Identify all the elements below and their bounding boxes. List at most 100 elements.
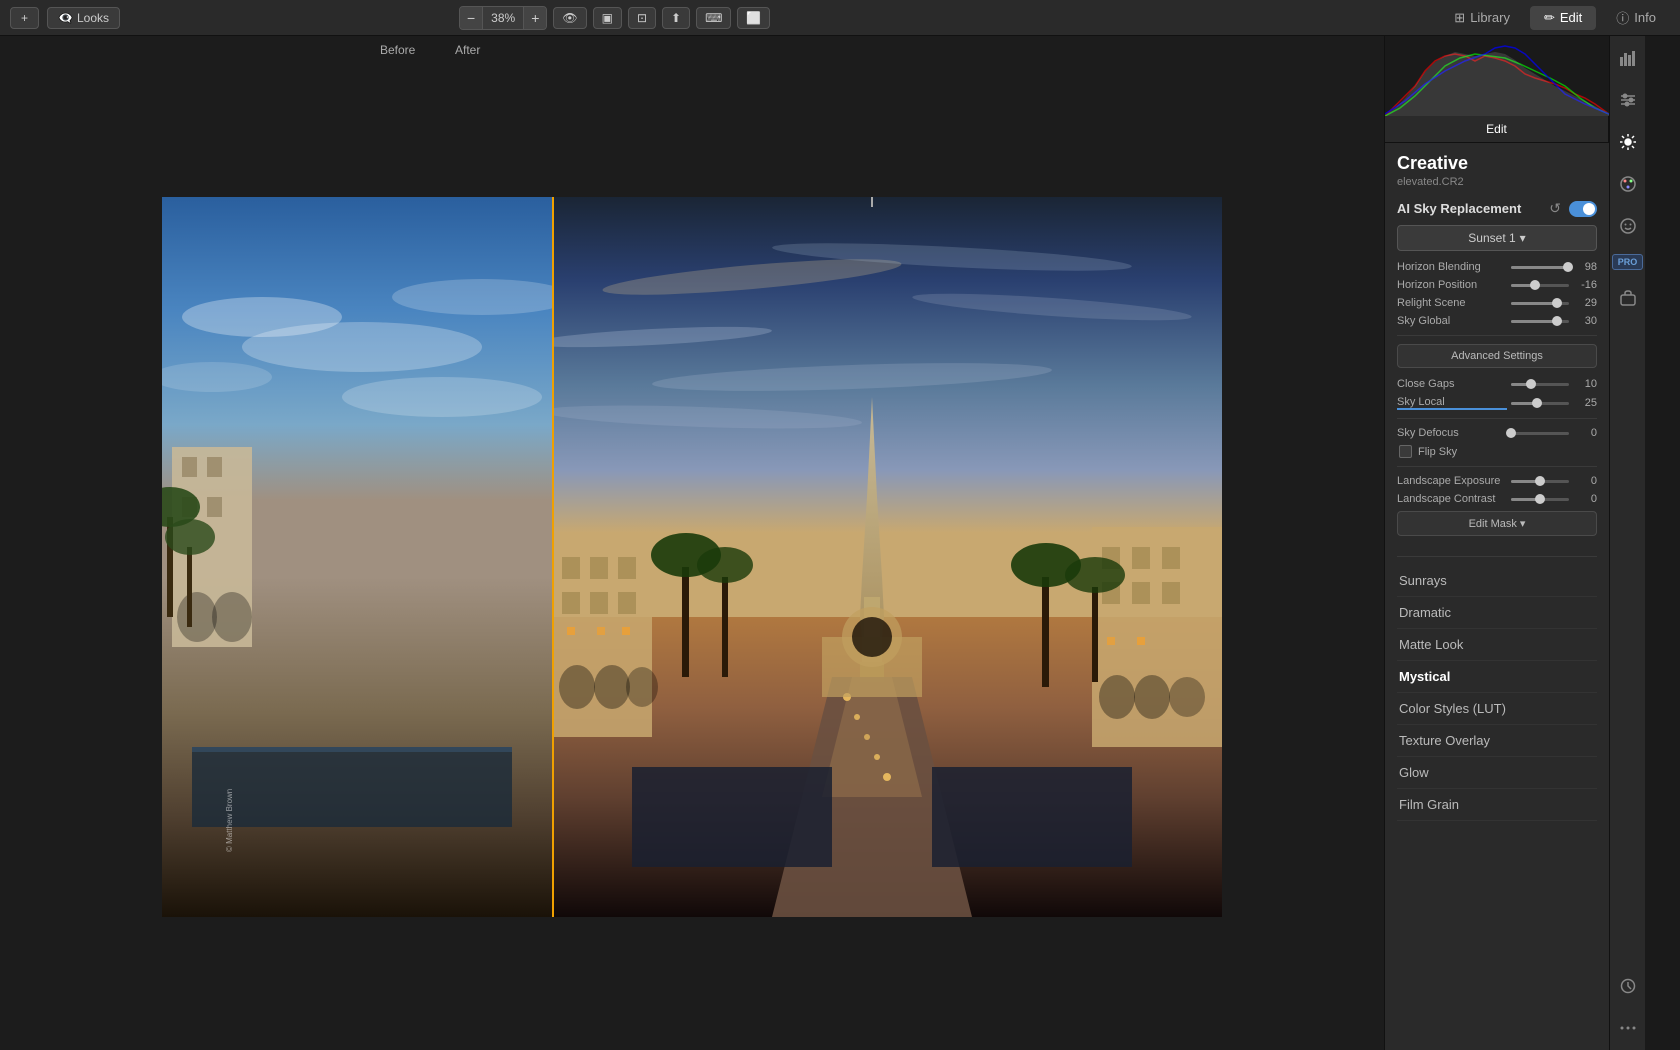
slider-horizon-position: Horizon Position -16 [1397,279,1597,291]
face-icon-btn[interactable] [1614,212,1642,240]
fullscreen-button[interactable]: ⬜ [737,7,770,29]
dropdown-arrow-icon: ▾ [1520,231,1526,245]
before-after-labels: Before After [0,36,1384,64]
slider-track-3[interactable] [1511,320,1569,323]
more-icon [1619,1019,1637,1037]
add-button[interactable]: + [10,7,39,29]
slider-sky-global: Sky Global 30 [1397,315,1597,327]
menu-item-film-grain[interactable]: Film Grain [1397,789,1597,821]
slider-value-1: -16 [1573,279,1597,291]
toolbar-center: − 38% + 👁 ▣ ⊡ ⬆ ⌨ ⬜ [459,6,770,30]
divider-4 [1397,556,1597,557]
slider-track-landscape-contrast[interactable] [1511,498,1569,501]
tab-edit[interactable]: Edit [1385,116,1609,142]
after-label: After [455,43,480,57]
advanced-settings-button[interactable]: Advanced Settings [1397,344,1597,368]
looks-button[interactable]: 👁‍🗨 Looks [47,7,120,29]
sliders-icon-btn[interactable] [1614,86,1642,114]
keyboard-button[interactable]: ⌨ [696,7,731,29]
eye-icon: 👁 [562,11,577,25]
library-tab[interactable]: ⊞ Library [1440,6,1524,30]
sky-replacement-header: AI Sky Replacement ↺ [1397,200,1597,217]
toolbar-right: ⊞ Library ✏ Edit ⓘ Info [1440,4,1670,31]
slider-value-landscape-exposure: 0 [1573,475,1597,487]
slider-close-gaps: Close Gaps 10 [1397,378,1597,390]
zoom-plus-button[interactable]: + [523,7,546,29]
edit-tab[interactable]: ✏ Edit [1530,6,1596,30]
history-icon-btn[interactable] [1614,972,1642,1000]
palette-icon [1619,175,1637,193]
library-icon: ⊞ [1454,10,1465,26]
bag-icon-btn[interactable] [1614,284,1642,312]
right-section: Edit Creative elevated.CR2 AI Sky Replac… [1384,36,1680,1050]
histogram-icon [1619,49,1637,67]
menu-item-dramatic[interactable]: Dramatic [1397,597,1597,629]
image-wrapper: © Matthew Brown [162,197,1222,917]
sliders-icon [1619,91,1637,109]
looks-icon: 👁‍🗨 [58,11,73,25]
menu-item-color-styles[interactable]: Color Styles (LUT) [1397,693,1597,725]
slider-label-sky-local: Sky Local [1397,396,1507,410]
split-line[interactable] [552,197,554,917]
flip-sky-checkbox[interactable] [1399,445,1412,458]
slider-value-close-gaps: 10 [1573,378,1597,390]
slider-value-sky-local: 25 [1573,397,1597,409]
panel-content: Creative elevated.CR2 AI Sky Replacement… [1385,143,1609,1050]
slider-sky-local: Sky Local 25 [1397,396,1597,410]
info-tab[interactable]: ⓘ Info [1602,4,1670,31]
slider-track-landscape-exposure[interactable] [1511,480,1569,483]
palette-icon-btn[interactable] [1614,170,1642,198]
menu-item-matte-look[interactable]: Matte Look [1397,629,1597,661]
slider-track-0[interactable] [1511,266,1569,269]
sky-replacement-title: AI Sky Replacement [1397,201,1521,216]
slider-track-sky-defocus[interactable] [1511,432,1569,435]
pro-badge[interactable]: PRO [1612,254,1644,270]
edit-mask-button[interactable]: Edit Mask ▾ [1397,511,1597,536]
more-icon-btn[interactable] [1614,1014,1642,1042]
histogram-icon-btn[interactable] [1614,44,1642,72]
right-panel-main: Edit Creative elevated.CR2 AI Sky Replac… [1385,36,1609,1050]
before-label: Before [380,43,415,57]
toggle-knob [1583,203,1595,215]
slider-track-1[interactable] [1511,284,1569,287]
compare-button[interactable]: ▣ [593,7,622,29]
reset-button[interactable]: ↺ [1547,200,1563,217]
after-scene-svg [552,197,1222,917]
slider-track-2[interactable] [1511,302,1569,305]
slider-value-landscape-contrast: 0 [1573,493,1597,505]
panel-subtitle: elevated.CR2 [1397,176,1597,188]
image-container: © Matthew Brown [0,64,1384,1050]
slider-track-sky-local[interactable] [1511,402,1569,405]
slider-value-0: 98 [1573,261,1597,273]
slider-horizon-blending: Horizon Blending 98 [1397,261,1597,273]
slider-landscape-contrast: Landscape Contrast 0 [1397,493,1597,505]
export-button[interactable]: ⬆ [662,7,690,29]
panel-tabs: Edit [1385,116,1609,143]
crop-button[interactable]: ⊡ [628,7,656,29]
sun-icon-btn[interactable] [1614,128,1642,156]
advanced-sliders: Close Gaps 10 Sky Local [1397,378,1597,410]
slider-label-1: Horizon Position [1397,279,1507,291]
sky-dropdown[interactable]: Sunset 1 ▾ [1397,225,1597,251]
menu-item-mystical[interactable]: Mystical [1397,661,1597,693]
crop-icon: ⊡ [637,11,647,25]
menu-item-sunrays[interactable]: Sunrays [1397,565,1597,597]
toggle-active[interactable] [1569,201,1597,217]
canvas-area: Before After [0,36,1384,1050]
section-actions: ↺ [1547,200,1597,217]
menu-item-glow[interactable]: Glow [1397,757,1597,789]
fullscreen-icon: ⬜ [746,11,761,25]
bag-icon [1619,289,1637,307]
menu-item-texture-overlay[interactable]: Texture Overlay [1397,725,1597,757]
svg-text:© Matthew Brown: © Matthew Brown [225,789,234,852]
eye-button[interactable]: 👁 [553,7,586,29]
slider-landscape-exposure: Landscape Exposure 0 [1397,475,1597,487]
flip-sky-label: Flip Sky [1418,446,1457,458]
slider-label-landscape-exposure: Landscape Exposure [1397,475,1507,487]
zoom-minus-button[interactable]: − [460,7,483,29]
face-icon [1619,217,1637,235]
flip-sky-row: Flip Sky [1399,445,1597,458]
after-image [552,197,1222,917]
history-icon [1619,977,1637,995]
slider-track-close-gaps[interactable] [1511,383,1569,386]
